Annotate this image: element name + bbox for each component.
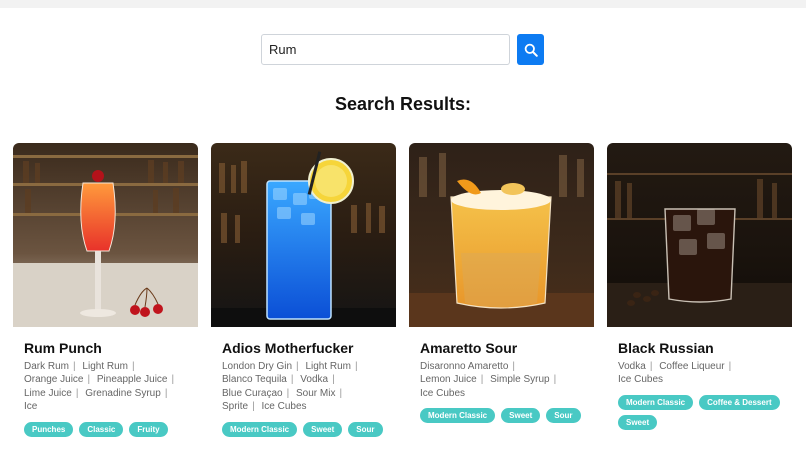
ingredient: Grenadine Syrup [85,387,161,399]
ingredient: Blue Curaçao [222,387,283,399]
cocktail-name[interactable]: Adios Motherfucker [222,340,385,356]
ingredient: Light Rum [82,361,128,372]
search-input[interactable] [261,34,510,65]
cocktail-image [13,143,198,327]
search-button[interactable] [517,34,544,65]
tag-badge[interactable]: Modern Classic [618,394,694,410]
tag-badge[interactable]: Punches [24,421,74,437]
search-icon [524,43,538,57]
cocktail-name[interactable]: Black Russian [618,340,781,356]
tag-badge[interactable]: Sweet [618,414,658,430]
top-bar [0,0,806,8]
tag-list: Modern Classic Sweet Sour [420,408,583,424]
cocktail-card[interactable]: Adios Motherfucker London Dry Gin | Light… [211,143,396,437]
ingredient: Dark Rum [24,361,70,372]
ingredient: Coffee Liqueur [659,361,725,372]
results-title: Search Results: [334,94,472,114]
ingredient-list: Disaronno Amaretto | Lemon Juice | Simple … [420,361,557,399]
ingredient: Light Rum [305,361,352,372]
cocktail-card[interactable]: Amaretto Sour Disaronno Amaretto | Lemon … [409,143,594,424]
ingredient: Vodka [300,374,329,386]
cocktail-photo[interactable] [13,143,198,327]
ingredient: Vodka [618,361,646,372]
tag-badge[interactable]: Sweet [303,421,343,437]
tag-badge[interactable]: Sweet [501,408,541,424]
ingredient: Pineapple Juice [96,374,168,386]
ingredient: Sprite [222,401,249,413]
cocktail-photo[interactable] [607,143,792,327]
tag-list: Modern Classic Sweet Sour [222,421,385,437]
ingredient: London Dry Gin [222,361,293,372]
ingredient: Ice Cubes [261,401,307,413]
cocktail-image [409,143,594,327]
tag-list: Modern Classic Coffee & Dessert Sweet [618,394,781,430]
tag-list: Punches Classic Fruity [24,421,187,437]
ingredient: Lemon Juice [420,374,477,386]
ingredient: Lime Juice [24,387,72,399]
ingredient: Ice [24,401,38,413]
cocktail-photo[interactable] [211,143,396,327]
search-bar [261,34,545,66]
ingredient: Simple Syrup [490,374,550,386]
tag-badge[interactable]: Fruity [129,421,168,437]
tag-badge[interactable]: Classic [79,421,124,437]
cocktail-name[interactable]: Amaretto Sour [420,340,583,356]
ingredient: Orange Juice [24,374,84,386]
tag-badge[interactable]: Sour [348,421,383,437]
cocktail-card[interactable]: Rum Punch Dark Rum | Light Rum | Orange Ju… [13,143,198,437]
cocktail-image [211,143,396,327]
cocktail-photo[interactable] [409,143,594,327]
ingredient-list: London Dry Gin | Light Rum | Blanco Tequil… [222,361,358,413]
tag-badge[interactable]: Modern Classic [222,421,298,437]
ingredient: Ice Cubes [420,387,466,399]
ingredient-list: Vodka | Coffee Liqueur | Ice Cubes [618,361,732,386]
tag-badge[interactable]: Modern Classic [420,408,496,424]
ingredient-list: Dark Rum | Light Rum | Orange Juice | Pinea… [24,361,175,413]
ingredient: Sour Mix [295,387,336,399]
ingredient: Ice Cubes [618,374,664,386]
cocktail-card[interactable]: Black Russian Vodka | Coffee Liqueur | Ice… [607,143,792,430]
tag-badge[interactable]: Sour [546,408,581,424]
cocktail-image [607,143,792,327]
ingredient: Disaronno Amaretto [420,361,509,372]
cocktail-name[interactable]: Rum Punch [24,340,187,356]
ingredient: Blanco Tequila [222,374,287,386]
tag-badge[interactable]: Coffee & Dessert [699,394,780,410]
